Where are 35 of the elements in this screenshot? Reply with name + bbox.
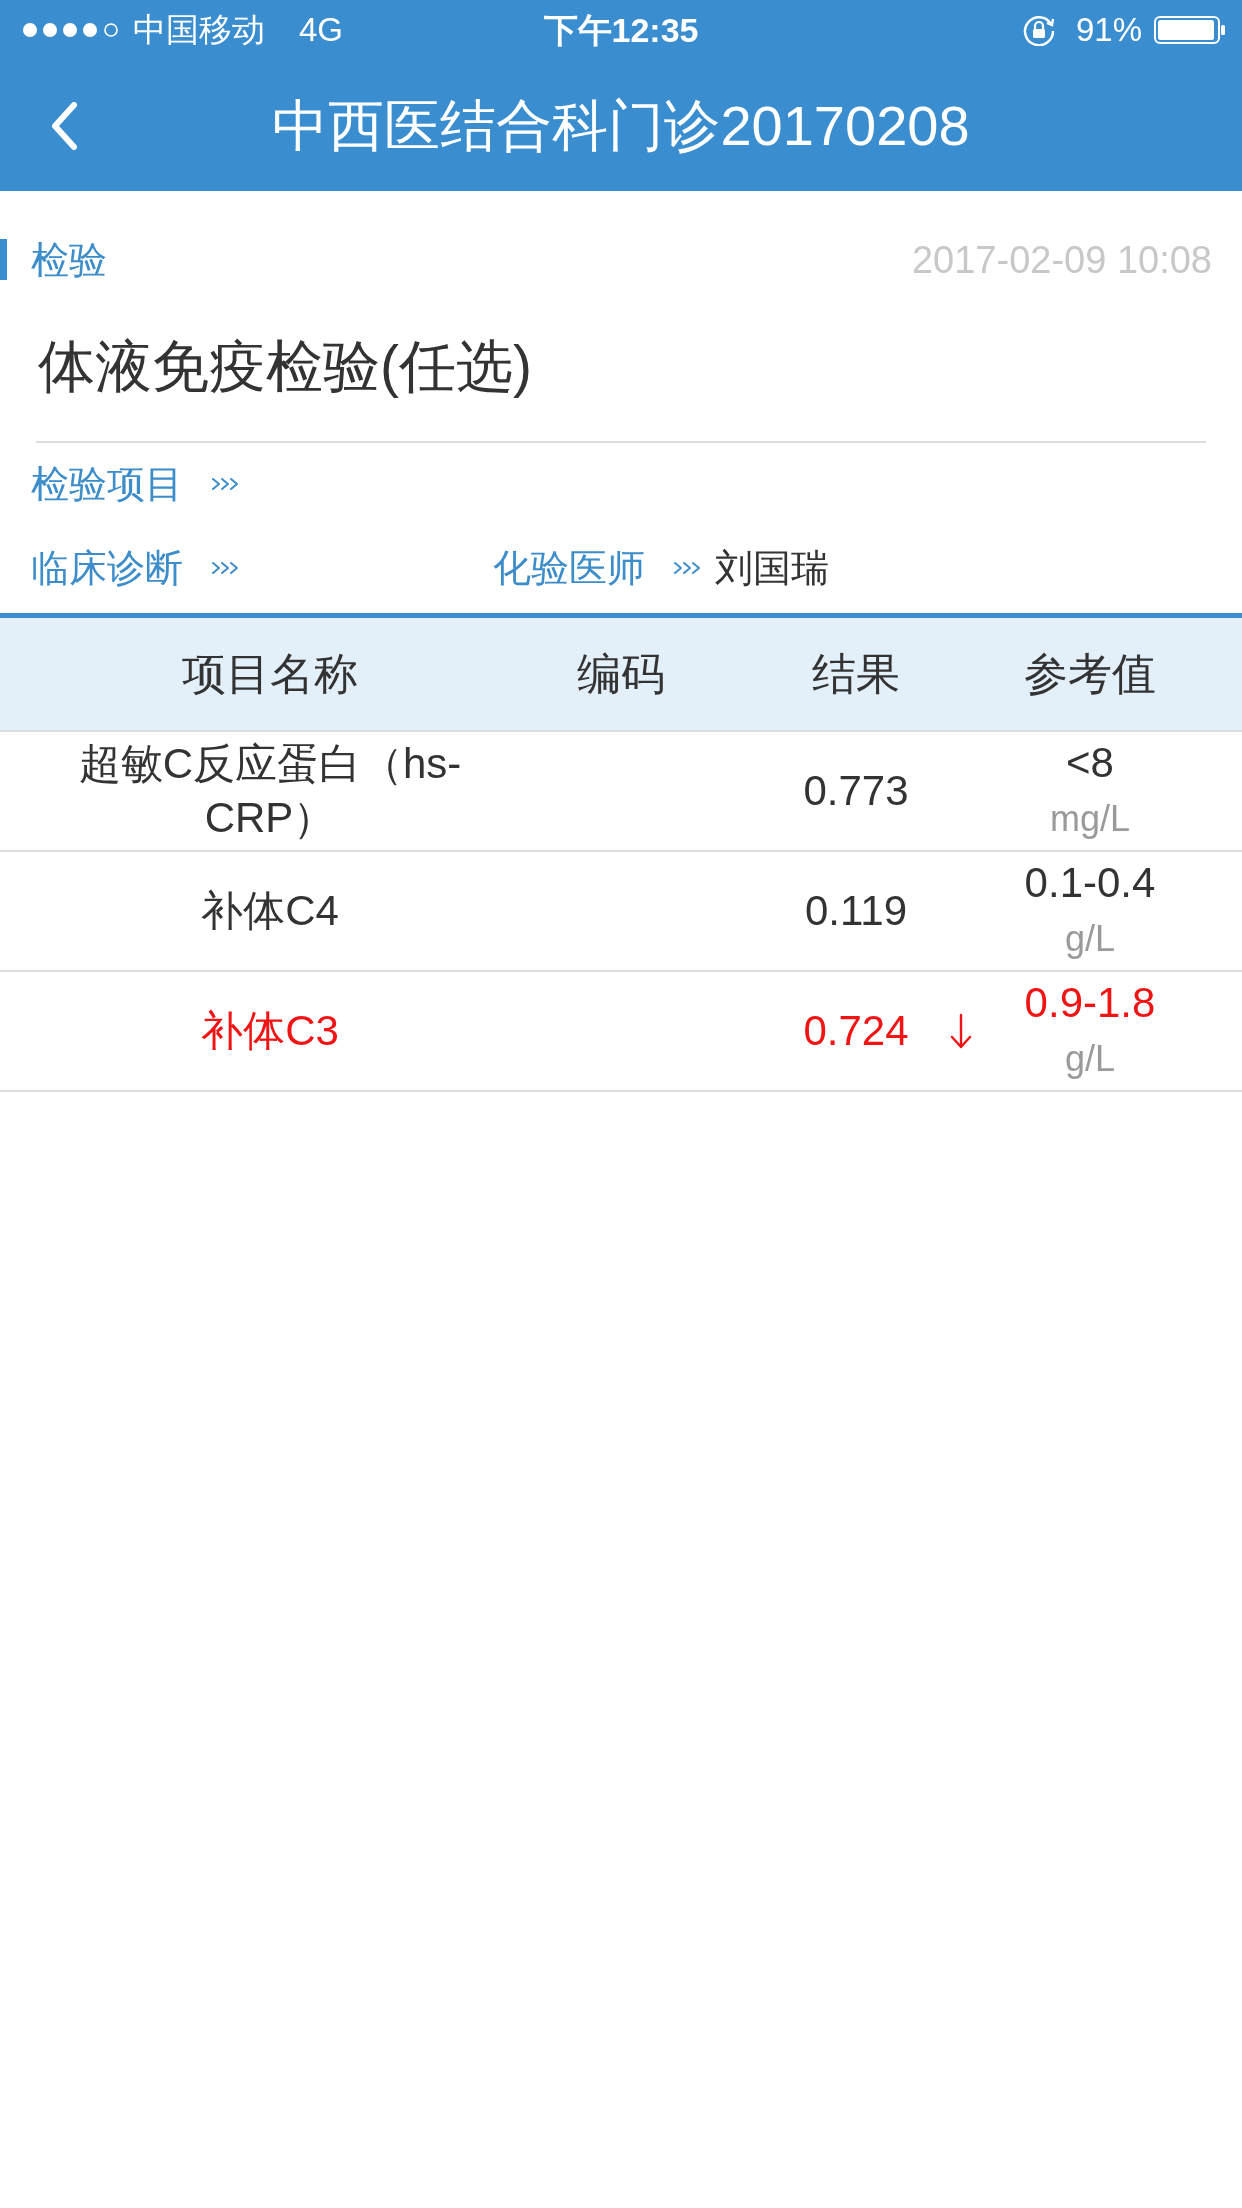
result-value: 0.119 bbox=[805, 886, 907, 936]
rotation-lock-icon bbox=[1021, 14, 1056, 46]
reference-value: <8 bbox=[1066, 738, 1114, 788]
triple-chevron-icon bbox=[211, 561, 239, 575]
carrier-name: 中国移动 bbox=[133, 10, 265, 50]
reference-unit: mg/L bbox=[1049, 797, 1130, 841]
field-label: 化验医师 bbox=[493, 546, 645, 591]
reference-value: 0.9-1.8 bbox=[1024, 978, 1156, 1028]
battery-percentage: 91% bbox=[1075, 10, 1142, 50]
column-header: 结果 bbox=[812, 648, 900, 700]
battery-icon bbox=[1154, 16, 1226, 44]
item-name: 补体C3 bbox=[201, 1006, 339, 1056]
result-value: 0.724 bbox=[803, 1006, 909, 1056]
reference-value: 0.1-0.4 bbox=[1024, 858, 1156, 908]
category-label: 检验 bbox=[31, 237, 107, 282]
triple-chevron-icon bbox=[673, 561, 701, 575]
accent-bar bbox=[0, 239, 7, 280]
field-value: 刘国瑞 bbox=[715, 546, 829, 591]
signal-strength-icon bbox=[22, 22, 121, 38]
column-header: 编码 bbox=[577, 648, 665, 700]
reference-unit: g/L bbox=[1064, 1037, 1115, 1081]
page-title: 中西医结合科门诊20170208 bbox=[272, 92, 970, 159]
network-type: 4G bbox=[299, 10, 344, 50]
column-header: 项目名称 bbox=[182, 648, 358, 700]
chevron-left-icon bbox=[50, 101, 78, 150]
column-header: 参考值 bbox=[1024, 648, 1156, 700]
triple-chevron-icon bbox=[211, 477, 239, 491]
result-value: 0.773 bbox=[803, 766, 909, 816]
record-title: 体液免疫检验(任选) bbox=[38, 335, 532, 397]
field-label: 临床诊断 bbox=[31, 546, 183, 591]
item-name: 补体C4 bbox=[201, 886, 339, 936]
reference-unit: g/L bbox=[1064, 917, 1115, 961]
status-time: 下午12:35 bbox=[543, 10, 699, 50]
field-label: 检验项目 bbox=[31, 462, 183, 507]
item-name: 超敏C反应蛋白（hs-CRP） bbox=[77, 739, 463, 843]
